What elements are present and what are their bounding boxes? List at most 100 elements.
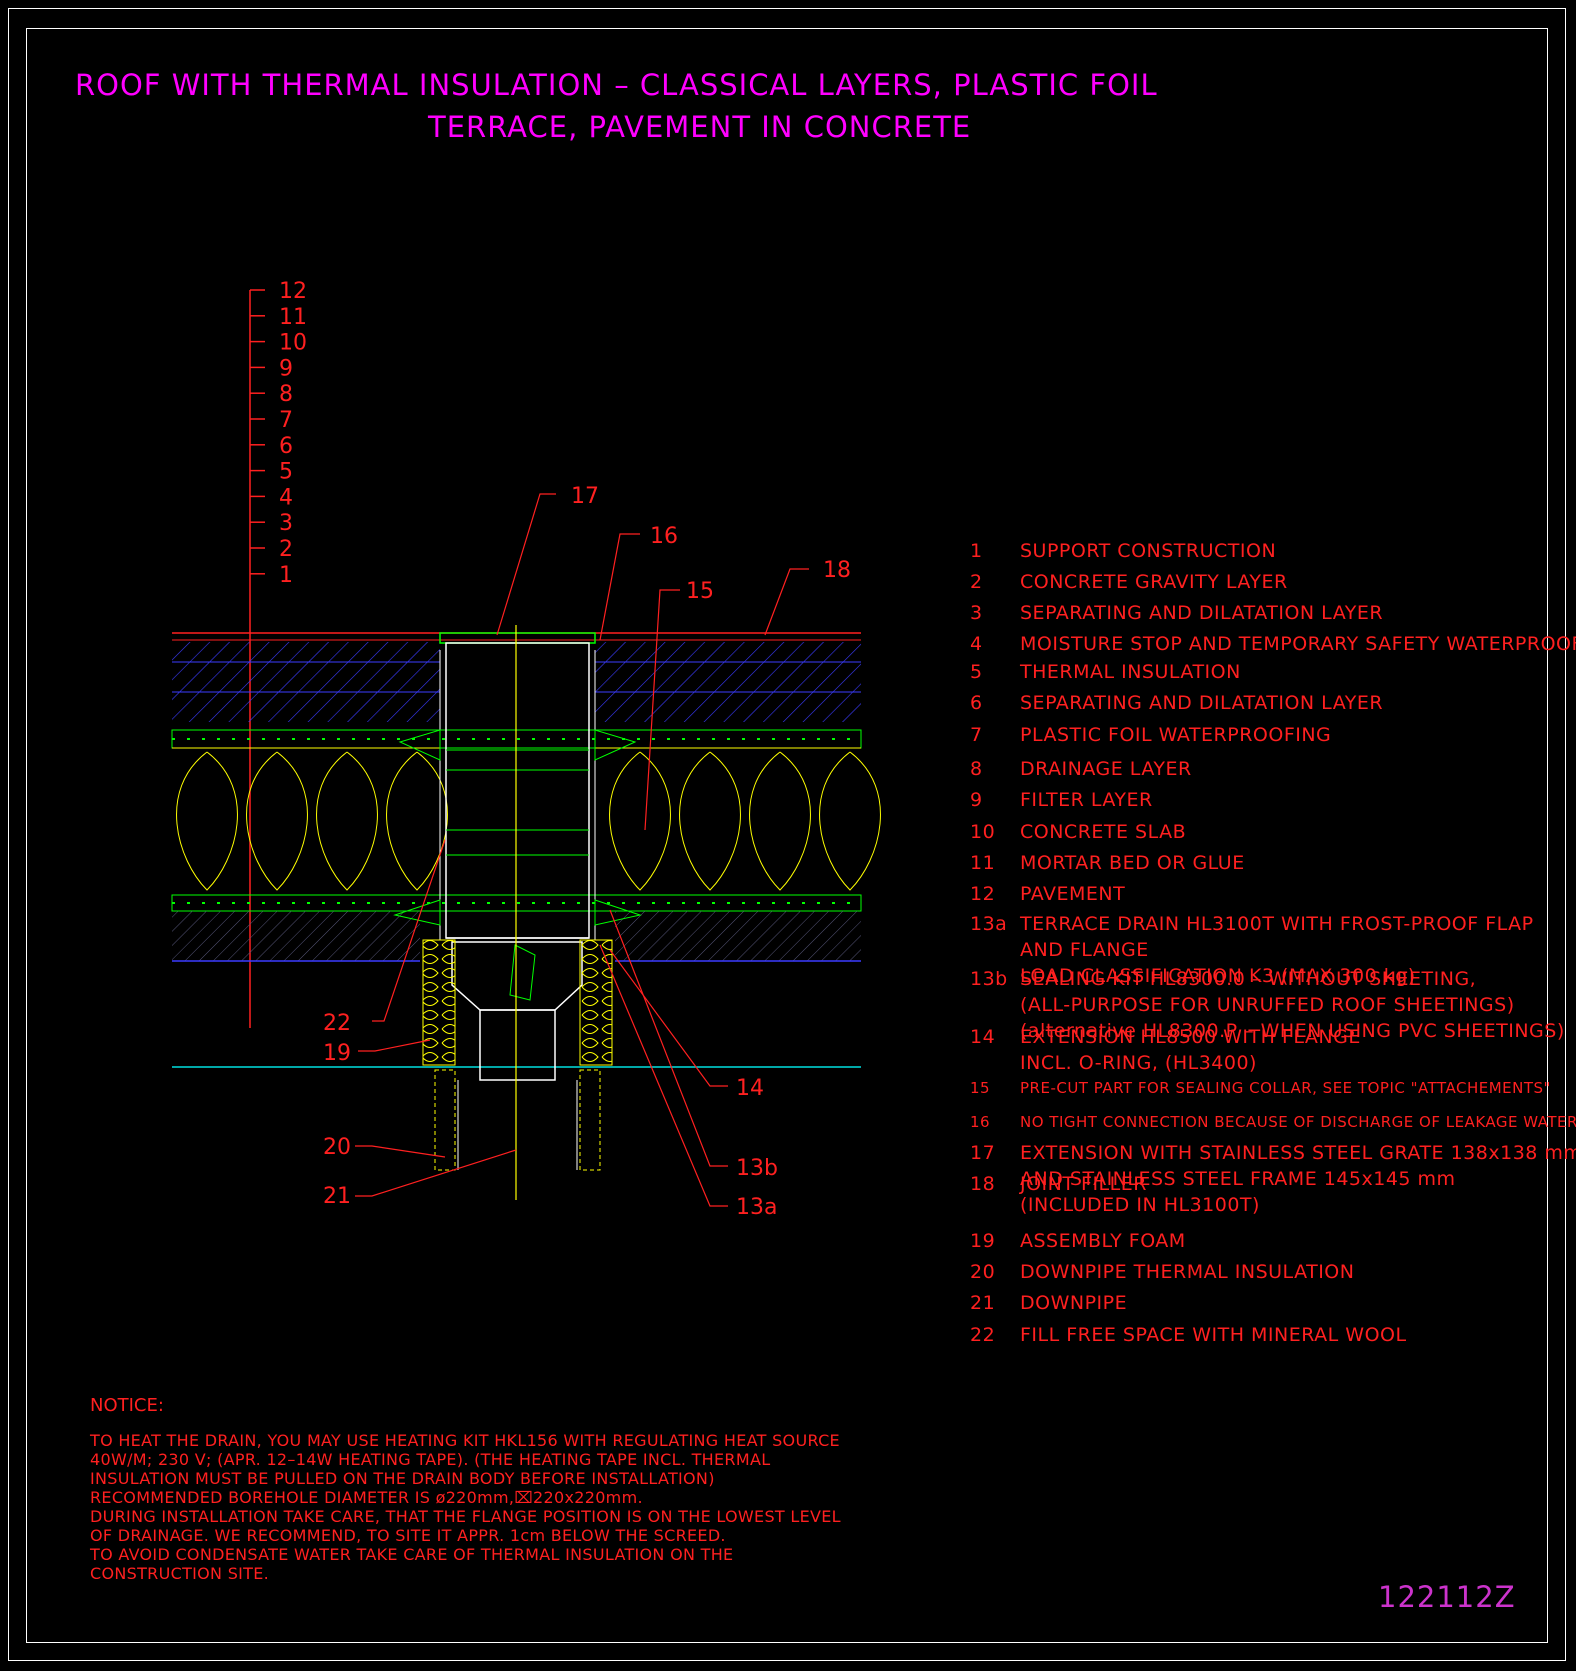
callout-16: 16 xyxy=(650,524,678,549)
legend-text: MOISTURE STOP AND TEMPORARY SAFETY WATER… xyxy=(1020,633,1576,655)
assembly-foam-right xyxy=(579,939,613,1066)
layer-scale-label: 11 xyxy=(279,305,307,330)
support-slab-left xyxy=(172,911,420,961)
legend-number: 13a xyxy=(970,913,1008,935)
layer-scale-label: 1 xyxy=(279,563,293,588)
legend-number: 9 xyxy=(970,789,983,811)
legend-text: EXTENSION WITH STAINLESS STEEL GRATE 138… xyxy=(1020,1142,1576,1164)
legend-text: FILTER LAYER xyxy=(1020,789,1153,811)
callout-20: 20 xyxy=(323,1135,351,1160)
layer-scale-label: 4 xyxy=(279,485,293,510)
legend-text: ASSEMBLY FOAM xyxy=(1020,1230,1186,1252)
thermal-insulation xyxy=(176,751,881,891)
legend-number: 3 xyxy=(970,602,983,624)
insulation-loop xyxy=(176,751,238,891)
notice-line: 40W/M; 230 V; (APR. 12–14W HEATING TAPE)… xyxy=(90,1450,771,1469)
concrete-slab-right xyxy=(595,642,861,722)
legend-number: 14 xyxy=(970,1026,996,1048)
legend-text: CONCRETE GRAVITY LAYER xyxy=(1020,571,1288,593)
legend-text: SEALING KIT HL8300.0 – WITHOUT SHEETING, xyxy=(1020,968,1477,990)
legend-number: 17 xyxy=(970,1142,996,1164)
callout-15: 15 xyxy=(686,579,714,604)
legend-text: PLASTIC FOIL WATERPROOFING xyxy=(1020,724,1332,746)
legend-text: TERRACE DRAIN HL3100T WITH FROST-PROOF F… xyxy=(1020,913,1534,935)
legend-number: 1 xyxy=(970,540,983,562)
concrete-slab-left xyxy=(172,642,440,722)
legend-number: 15 xyxy=(970,1079,991,1097)
callout-18: 18 xyxy=(823,558,851,583)
callout-14: 14 xyxy=(736,1076,764,1101)
legend-text: EXTENSION HL8500 WITH FLANGE xyxy=(1020,1026,1361,1048)
legend-number: 21 xyxy=(970,1292,996,1314)
layer-scale-label: 5 xyxy=(279,460,293,485)
layer-scale-label: 2 xyxy=(279,537,293,562)
legend-text: DOWNPIPE xyxy=(1020,1292,1128,1314)
legend-text: JOINT FILLER xyxy=(1020,1173,1147,1195)
legend-text: THERMAL INSULATION xyxy=(1020,661,1241,683)
insulation-loop xyxy=(386,751,448,891)
notice-line: CONSTRUCTION SITE. xyxy=(90,1564,270,1583)
legend-text: NO TIGHT CONNECTION BECAUSE OF DISCHARGE… xyxy=(1020,1113,1576,1131)
legend-number: 10 xyxy=(970,821,996,843)
legend-text: INCL. O-RING, (HL3400) xyxy=(1020,1052,1257,1074)
layer-scale-label: 9 xyxy=(279,356,293,381)
downpipe-insulation-left xyxy=(434,1069,456,1171)
legend-text: (ALL-PURPOSE FOR UNRUFFED ROOF SHEETINGS… xyxy=(1020,994,1515,1016)
legend-number: 4 xyxy=(970,633,983,655)
assembly-foam-left xyxy=(422,939,456,1066)
notice-line: OF DRAINAGE. WE RECOMMEND, TO SITE IT AP… xyxy=(90,1526,726,1545)
legend-text: DOWNPIPE THERMAL INSULATION xyxy=(1020,1261,1355,1283)
layer-scale-label: 7 xyxy=(279,408,293,433)
callout-17: 17 xyxy=(571,484,599,509)
insulation-loop xyxy=(679,751,741,891)
layer-scale-label: 3 xyxy=(279,511,293,536)
notice-title: NOTICE: xyxy=(90,1395,164,1416)
layer-scale-label: 6 xyxy=(279,434,293,459)
downpipe-insulation-right xyxy=(579,1069,601,1171)
legend-number: 7 xyxy=(970,724,983,746)
legend-text: SUPPORT CONSTRUCTION xyxy=(1020,540,1277,562)
notice-line: TO HEAT THE DRAIN, YOU MAY USE HEATING K… xyxy=(90,1431,840,1450)
layer-scale-label: 12 xyxy=(279,279,307,304)
legend-text: AND FLANGE xyxy=(1020,939,1149,961)
legend-text: PAVEMENT xyxy=(1020,883,1126,905)
legend-number: 18 xyxy=(970,1173,996,1195)
legend-number: 22 xyxy=(970,1324,996,1346)
roof-drain-section-drawing: 121110987654321 17 16 15 18 22 19 20 21 … xyxy=(171,279,881,1220)
insulation-loop xyxy=(819,751,881,891)
legend-number: 11 xyxy=(970,852,996,874)
drawing-code: 122112Z xyxy=(1378,1580,1516,1614)
legend-text: FILL FREE SPACE WITH MINERAL WOOL xyxy=(1020,1324,1407,1346)
notice-line: DURING INSTALLATION TAKE CARE, THAT THE … xyxy=(90,1507,841,1526)
legend-number: 20 xyxy=(970,1261,996,1283)
legend-number: 12 xyxy=(970,883,996,905)
legend-text: CONCRETE SLAB xyxy=(1020,821,1187,843)
layer-scale-label: 8 xyxy=(279,382,293,407)
legend-number: 6 xyxy=(970,692,983,714)
callout-13b: 13b xyxy=(736,1156,778,1181)
notice-line: TO AVOID CONDENSATE WATER TAKE CARE OF T… xyxy=(90,1545,734,1564)
callout-22: 22 xyxy=(323,1011,351,1036)
insulation-loop xyxy=(609,751,671,891)
legend-text: DRAINAGE LAYER xyxy=(1020,758,1192,780)
insulation-loop xyxy=(316,751,378,891)
legend-text: MORTAR BED OR GLUE xyxy=(1020,852,1245,874)
legend-text: SEPARATING AND DILATATION LAYER xyxy=(1020,692,1384,714)
layer-scale-label: 10 xyxy=(279,331,307,356)
legend-number: 13b xyxy=(970,968,1008,990)
callout-21: 21 xyxy=(323,1184,351,1209)
insulation-loop xyxy=(749,751,811,891)
insulation-loop xyxy=(246,751,308,891)
legend-number: 5 xyxy=(970,661,983,683)
callout-13a: 13a xyxy=(736,1195,777,1220)
legend-number: 16 xyxy=(970,1113,991,1131)
callout-19: 19 xyxy=(323,1041,351,1066)
legend-number: 2 xyxy=(970,571,983,593)
notice-line: INSULATION MUST BE PULLED ON THE DRAIN B… xyxy=(90,1469,715,1488)
support-slab-right xyxy=(615,911,861,961)
legend-number: 19 xyxy=(970,1230,996,1252)
legend-text: SEPARATING AND DILATATION LAYER xyxy=(1020,602,1384,624)
legend-number: 8 xyxy=(970,758,983,780)
legend-text: PRE-CUT PART FOR SEALING COLLAR, SEE TOP… xyxy=(1020,1079,1551,1097)
notice-line: RECOMMENDED BOREHOLE DIAMETER IS ø220mm,… xyxy=(90,1488,643,1507)
